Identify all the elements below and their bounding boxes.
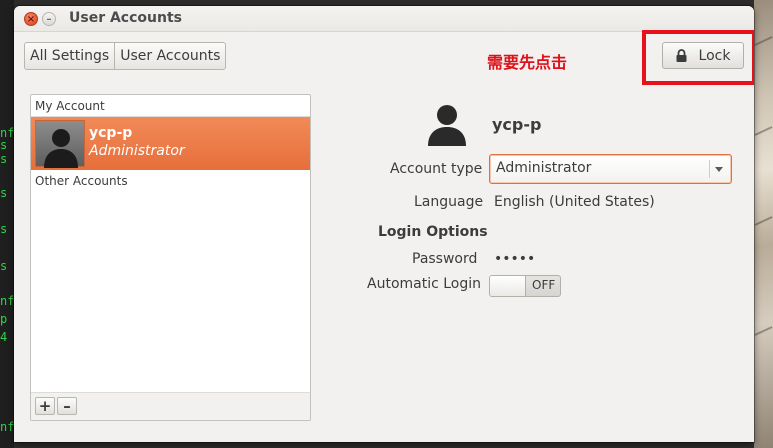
background-wallpaper xyxy=(754,0,773,448)
user-avatar-icon[interactable] xyxy=(427,102,467,146)
breadcrumb-user-accounts[interactable]: User Accounts xyxy=(114,43,225,69)
automatic-login-toggle[interactable]: OFF xyxy=(489,275,561,297)
user-full-name[interactable]: ycp-p xyxy=(492,115,541,134)
language-value[interactable]: English (United States) xyxy=(494,194,655,210)
password-label: Password xyxy=(412,251,478,267)
avatar xyxy=(35,120,85,168)
plus-icon: + xyxy=(38,397,52,415)
background-terminal: nf s s s s s nf p 4 nf xyxy=(0,0,14,448)
user-list-toolbar: + – xyxy=(31,392,310,420)
language-label: Language xyxy=(414,194,484,210)
login-options-heading: Login Options xyxy=(378,224,488,240)
window-title: User Accounts xyxy=(69,10,182,26)
toggle-knob xyxy=(490,276,526,296)
account-type-dropdown[interactable]: Administrator xyxy=(489,154,732,184)
my-account-header: My Account xyxy=(31,95,310,117)
account-type-value: Administrator xyxy=(496,160,592,176)
user-list-item-role: Administrator xyxy=(89,143,185,159)
add-user-button[interactable]: + xyxy=(35,397,55,415)
user-list-panel: My Account ycp-p Administrator Other Acc… xyxy=(30,94,311,421)
other-accounts-header: Other Accounts xyxy=(35,174,128,188)
user-accounts-window: × – User Accounts All Settings User Acco… xyxy=(14,6,754,442)
minimize-icon: – xyxy=(46,14,52,25)
terminal-line: s xyxy=(0,186,8,200)
close-button[interactable]: × xyxy=(24,12,38,26)
password-value[interactable]: ••••• xyxy=(494,251,535,267)
close-icon: × xyxy=(26,14,36,25)
chevron-down-icon xyxy=(715,167,723,172)
minimize-button[interactable]: – xyxy=(42,12,56,26)
terminal-line: s xyxy=(0,222,8,236)
user-list-item-selected[interactable]: ycp-p Administrator xyxy=(31,117,310,170)
terminal-line: p xyxy=(0,312,8,326)
terminal-line: s xyxy=(0,152,8,166)
lock-button[interactable]: Lock xyxy=(662,42,744,69)
breadcrumb-all-settings[interactable]: All Settings xyxy=(25,43,114,69)
toggle-state-label: OFF xyxy=(532,278,556,292)
automatic-login-label: Automatic Login xyxy=(367,276,482,292)
annotation-note: 需要先点击 xyxy=(487,53,568,72)
account-type-label: Account type xyxy=(390,161,483,177)
terminal-line: nf xyxy=(0,294,14,308)
terminal-line: s xyxy=(0,138,8,152)
lock-icon xyxy=(676,49,687,62)
lock-button-label: Lock xyxy=(698,47,731,64)
user-list-item-name: ycp-p xyxy=(89,125,133,141)
breadcrumb: All Settings User Accounts xyxy=(24,42,227,70)
remove-user-button[interactable]: – xyxy=(57,397,77,415)
terminal-line: 4 xyxy=(0,330,8,344)
terminal-line: s xyxy=(0,259,8,273)
title-bar[interactable]: × – User Accounts xyxy=(14,6,754,32)
terminal-line: nf xyxy=(0,420,14,434)
minus-icon: – xyxy=(63,397,71,415)
